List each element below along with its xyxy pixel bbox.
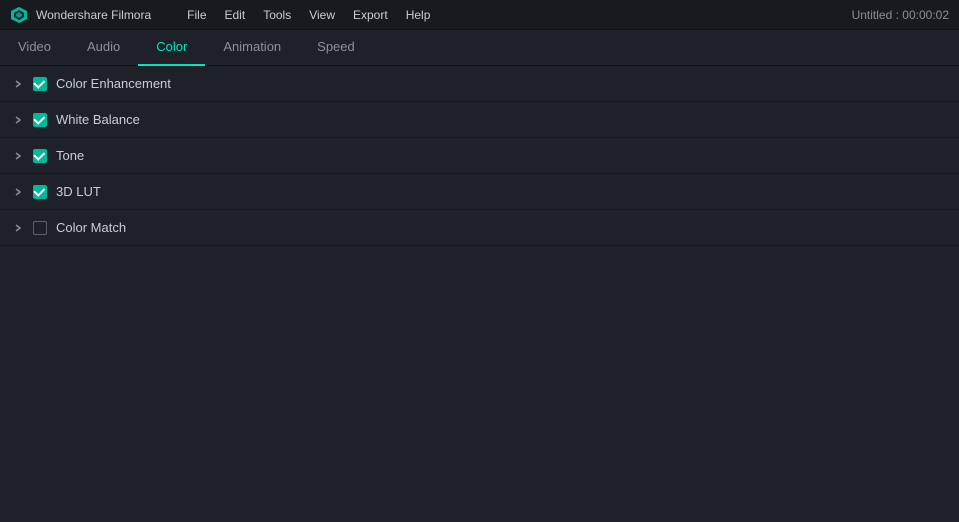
title-bar-left: Wondershare Filmora File Edit Tools View… xyxy=(10,4,438,26)
tab-speed[interactable]: Speed xyxy=(299,30,373,66)
checkbox-tone[interactable] xyxy=(32,148,48,164)
section-label-color-enhancement: Color Enhancement xyxy=(56,76,171,91)
section-label-white-balance: White Balance xyxy=(56,112,140,127)
checkbox-checked-icon xyxy=(33,185,47,199)
app-logo-icon xyxy=(10,6,28,24)
section-color-enhancement[interactable]: Color Enhancement xyxy=(0,66,959,102)
section-white-balance[interactable]: White Balance xyxy=(0,102,959,138)
checkbox-white-balance[interactable] xyxy=(32,112,48,128)
chevron-right-icon xyxy=(13,79,23,89)
tab-audio[interactable]: Audio xyxy=(69,30,138,66)
expand-3d-lut[interactable] xyxy=(8,182,28,202)
menu-edit[interactable]: Edit xyxy=(217,4,254,26)
checkbox-checked-icon xyxy=(33,149,47,163)
expand-white-balance[interactable] xyxy=(8,110,28,130)
color-panel: Color Enhancement White Balance Tone xyxy=(0,66,959,246)
section-color-match[interactable]: Color Match xyxy=(0,210,959,246)
tab-bar: Video Audio Color Animation Speed xyxy=(0,30,959,66)
checkbox-unchecked-icon xyxy=(33,221,47,235)
checkbox-checked-icon xyxy=(33,77,47,91)
section-3d-lut[interactable]: 3D LUT xyxy=(0,174,959,210)
menu-help[interactable]: Help xyxy=(398,4,439,26)
checkbox-color-enhancement[interactable] xyxy=(32,76,48,92)
section-label-color-match: Color Match xyxy=(56,220,126,235)
section-tone[interactable]: Tone xyxy=(0,138,959,174)
menu-tools[interactable]: Tools xyxy=(255,4,299,26)
tab-color[interactable]: Color xyxy=(138,30,205,66)
menu-file[interactable]: File xyxy=(179,4,214,26)
tab-video[interactable]: Video xyxy=(0,30,69,66)
section-label-tone: Tone xyxy=(56,148,84,163)
checkbox-checked-icon xyxy=(33,113,47,127)
menu-view[interactable]: View xyxy=(301,4,343,26)
menu-export[interactable]: Export xyxy=(345,4,396,26)
title-bar: Wondershare Filmora File Edit Tools View… xyxy=(0,0,959,30)
checkbox-3d-lut[interactable] xyxy=(32,184,48,200)
expand-color-match[interactable] xyxy=(8,218,28,238)
chevron-right-icon xyxy=(13,223,23,233)
chevron-right-icon xyxy=(13,187,23,197)
checkbox-color-match[interactable] xyxy=(32,220,48,236)
expand-tone[interactable] xyxy=(8,146,28,166)
chevron-right-icon xyxy=(13,151,23,161)
app-name: Wondershare Filmora xyxy=(36,8,151,22)
expand-color-enhancement[interactable] xyxy=(8,74,28,94)
project-title: Untitled : 00:00:02 xyxy=(852,8,949,22)
chevron-right-icon xyxy=(13,115,23,125)
tab-animation[interactable]: Animation xyxy=(205,30,299,66)
menu-bar: File Edit Tools View Export Help xyxy=(179,4,438,26)
section-label-3d-lut: 3D LUT xyxy=(56,184,101,199)
